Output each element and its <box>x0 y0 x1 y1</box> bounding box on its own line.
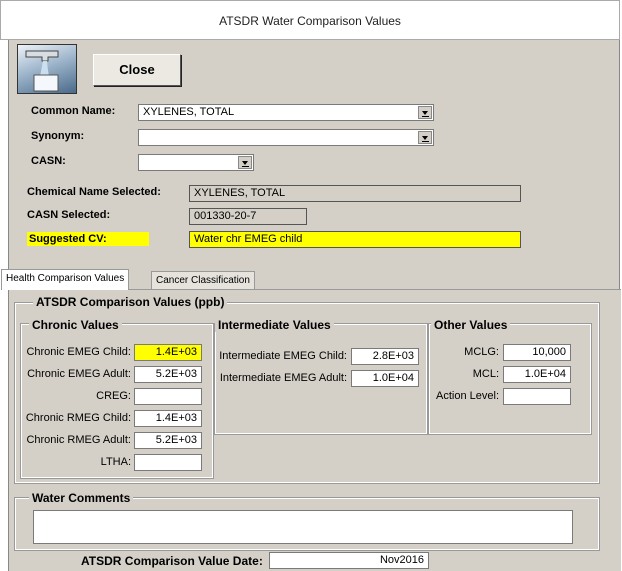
comparison-values-title: ATSDR Comparison Values (ppb) <box>33 295 228 309</box>
chronic-rmeg-child-label: Chronic RMEG Child: <box>25 412 131 424</box>
comparison-value-date-label: ATSDR Comparison Value Date: <box>81 554 263 568</box>
casn-label: CASN: <box>31 155 66 167</box>
chevron-down-icon[interactable] <box>418 131 432 144</box>
intermediate-emeg-adult-field[interactable]: 1.0E+04 <box>351 370 419 387</box>
creg-field[interactable] <box>134 388 202 405</box>
chevron-down-icon[interactable] <box>238 156 252 169</box>
chemical-name-selected-field: XYLENES, TOTAL <box>189 185 521 202</box>
chronic-values-title: Chronic Values <box>29 318 122 332</box>
synonym-combo[interactable] <box>138 129 434 146</box>
main-window: Close Common Name: XYLENES, TOTAL Synony… <box>1 40 621 571</box>
chronic-emeg-child-field[interactable]: 1.4E+03 <box>134 344 202 361</box>
close-button[interactable]: Close <box>93 54 181 86</box>
mclg-label: MCLG: <box>464 346 499 358</box>
common-name-combo[interactable]: XYLENES, TOTAL <box>138 104 434 121</box>
chronic-rmeg-child-field[interactable]: 1.4E+03 <box>134 410 202 427</box>
action-level-field[interactable] <box>503 388 571 405</box>
intermediate-values-title: Intermediate Values <box>215 318 334 332</box>
water-comments-title: Water Comments <box>29 491 134 505</box>
mcl-field[interactable]: 1.0E+04 <box>503 366 571 383</box>
chemical-name-selected-label: Chemical Name Selected: <box>27 186 161 198</box>
mclg-field[interactable]: 10,000 <box>503 344 571 361</box>
creg-label: CREG: <box>96 390 131 402</box>
chronic-rmeg-adult-field[interactable]: 5.2E+03 <box>134 432 202 449</box>
common-name-value: XYLENES, TOTAL <box>143 106 235 118</box>
suggested-cv-field: Water chr EMEG child <box>189 231 521 248</box>
water-comments-field[interactable] <box>33 510 573 544</box>
ltha-field[interactable] <box>134 454 202 471</box>
window-title: ATSDR Water Comparison Values <box>219 14 401 28</box>
ltha-label: LTHA: <box>100 456 131 468</box>
intermediate-emeg-adult-label: Intermediate EMEG Adult: <box>219 372 347 384</box>
title-bar: ATSDR Water Comparison Values <box>0 0 620 40</box>
intermediate-emeg-child-label: Intermediate EMEG Child: <box>219 350 347 362</box>
chevron-down-icon[interactable] <box>418 106 432 119</box>
chronic-emeg-adult-field[interactable]: 5.2E+03 <box>134 366 202 383</box>
health-comparison-panel: ATSDR Comparison Values (ppb) Chronic Va… <box>9 289 621 571</box>
comparison-value-date-field[interactable]: Nov2016 <box>269 552 429 569</box>
water-faucet-icon <box>17 44 77 94</box>
mcl-label: MCL: <box>472 368 499 380</box>
casn-combo[interactable] <box>138 154 254 171</box>
common-name-label: Common Name: <box>31 105 116 117</box>
other-values-title: Other Values <box>431 318 511 332</box>
chronic-rmeg-adult-label: Chronic RMEG Adult: <box>26 434 131 446</box>
tab-health-comparison-values[interactable]: Health Comparison Values <box>1 269 130 290</box>
casn-selected-field: 001330-20-7 <box>189 208 307 225</box>
tab-cancer-classification[interactable]: Cancer Classification <box>151 271 255 290</box>
action-level-label: Action Level: <box>436 390 499 402</box>
casn-selected-label: CASN Selected: <box>27 209 111 221</box>
synonym-label: Synonym: <box>31 130 85 142</box>
intermediate-emeg-child-field[interactable]: 2.8E+03 <box>351 348 419 365</box>
chronic-emeg-adult-label: Chronic EMEG Adult: <box>27 368 131 380</box>
suggested-cv-label: Suggested CV: <box>27 232 149 246</box>
chronic-emeg-child-label: Chronic EMEG Child: <box>26 346 131 358</box>
